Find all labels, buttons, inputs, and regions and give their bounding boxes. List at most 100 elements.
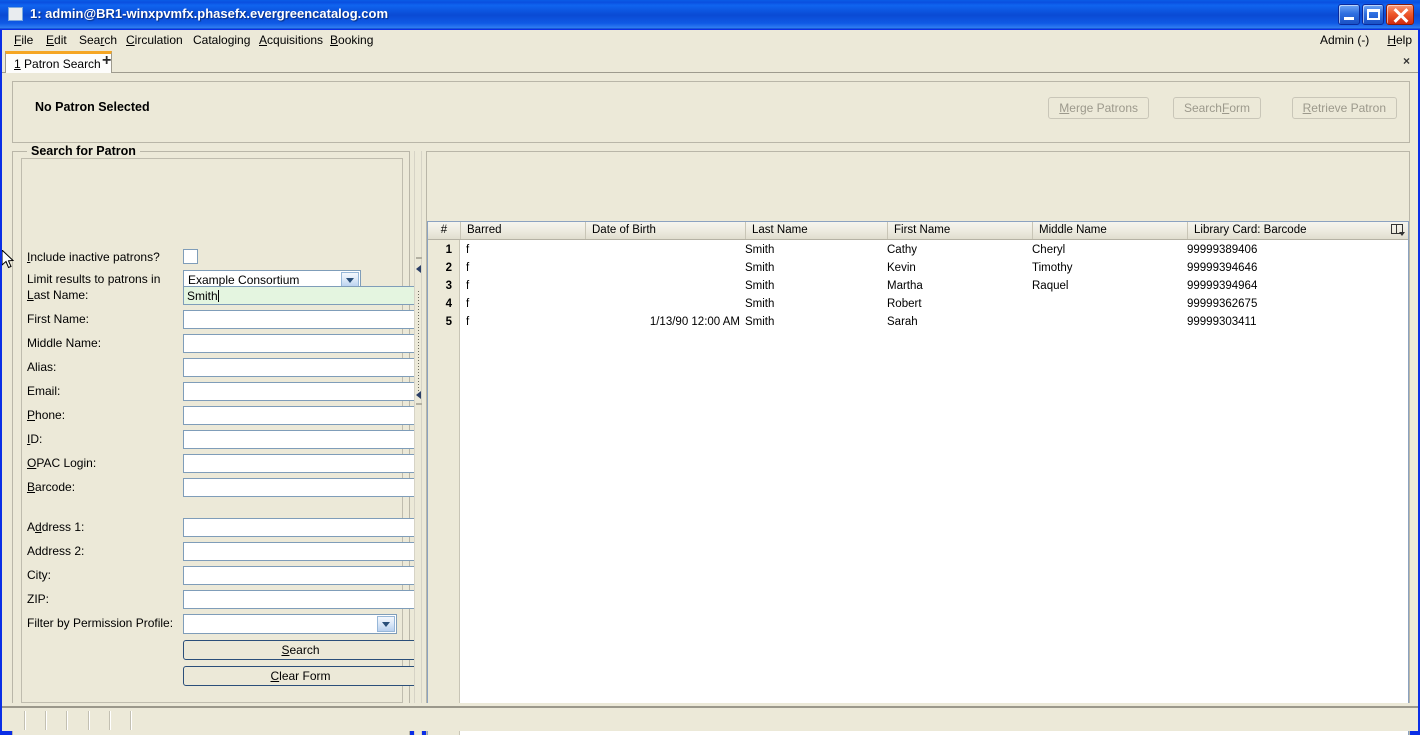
id-input[interactable] (183, 430, 418, 449)
address-1-input[interactable] (183, 518, 418, 537)
field-row-id: ID: (27, 430, 418, 450)
menu-admin[interactable]: Admin (-) (1320, 33, 1369, 47)
splitter-collapse-arrow-top-icon[interactable] (416, 265, 421, 273)
cell-last-name: Smith (745, 280, 775, 292)
include-inactive-checkbox[interactable] (183, 249, 198, 264)
search-button-row: Search (27, 640, 418, 660)
menu-help[interactable]: Help (1387, 33, 1412, 47)
last-name-input[interactable]: Smith (183, 286, 418, 305)
results-panel: # Barred Date of Birth Last Name First N… (426, 151, 1410, 735)
address-2-input[interactable] (183, 542, 418, 561)
search-button[interactable]: Search (183, 640, 418, 660)
field-row-email: Email: (27, 382, 418, 402)
menu-bar: File Edit Search Circulation Cataloging … (2, 30, 1418, 50)
table-row[interactable]: 2 f Smith Kevin Timothy 99999394646 (428, 259, 1408, 277)
email-input[interactable] (183, 382, 418, 401)
cell-first-name: Martha (887, 280, 923, 292)
city-input[interactable] (183, 566, 418, 585)
col-header-date-of-birth[interactable]: Date of Birth (585, 222, 745, 239)
minimize-button[interactable] (1338, 4, 1360, 25)
include-inactive-row: Include inactive patrons? (27, 248, 397, 268)
limit-results-label: Limit results to patrons in (27, 272, 161, 286)
cell-last-name: Smith (745, 262, 775, 274)
col-header-barred[interactable]: Barred (460, 222, 585, 239)
phone-input[interactable] (183, 406, 418, 425)
cell-first-name: Robert (887, 298, 922, 310)
status-segment (26, 711, 47, 730)
status-segment (111, 711, 132, 730)
middle-name-input[interactable] (183, 334, 418, 353)
field-row-middle-name: Middle Name: (27, 334, 418, 354)
clear-form-button-row: Clear Form (27, 666, 418, 686)
permission-profile-label: Filter by Permission Profile: (27, 616, 174, 630)
cell-barred: f (466, 262, 470, 274)
barcode-input[interactable] (183, 478, 418, 497)
menu-edit[interactable]: Edit (44, 33, 69, 48)
menu-search[interactable]: Search (77, 33, 119, 48)
opac-login-input[interactable] (183, 454, 418, 473)
cell-first-name: Kevin (887, 262, 916, 274)
status-segment (68, 711, 90, 730)
close-button[interactable] (1386, 4, 1414, 25)
menu-file[interactable]: File (12, 33, 35, 48)
table-row[interactable]: 4 f Smith Robert 99999362675 (428, 295, 1408, 313)
mouse-pointer-icon (2, 250, 15, 269)
results-grid[interactable]: # Barred Date of Birth Last Name First N… (427, 221, 1409, 735)
patron-status-text: No Patron Selected (35, 100, 150, 114)
tab-strip: 1 Patron Search + × (2, 50, 1418, 73)
cell-barcode: 99999362675 (1187, 298, 1258, 310)
application-window: 1: admin@BR1-winxpvmfx.phasefx.evergreen… (0, 0, 1420, 735)
search-panel: Search for Patron Include inactive patro… (12, 144, 418, 735)
column-picker-icon[interactable] (1390, 223, 1406, 238)
address-1-label: Address 1: (27, 520, 85, 534)
close-tab-icon[interactable]: × (1403, 54, 1410, 68)
status-segment (90, 711, 111, 730)
panel-splitter[interactable] (414, 151, 422, 735)
first-name-input[interactable] (183, 310, 418, 329)
menu-circulation[interactable]: Circulation (124, 33, 185, 48)
clear-form-button[interactable]: Clear Form (183, 666, 418, 686)
patron-header-panel: No Patron Selected Merge Patrons Search … (12, 81, 1410, 143)
col-header-last-name[interactable]: Last Name (745, 222, 887, 239)
opac-login-label: OPAC Login: (27, 456, 97, 470)
table-row[interactable]: 3 f Smith Martha Raquel 99999394964 (428, 277, 1408, 295)
col-header-first-name[interactable]: First Name (887, 222, 1032, 239)
alias-input[interactable] (183, 358, 418, 377)
menu-booking[interactable]: Booking (328, 33, 375, 48)
cell-middle-name: Cheryl (1032, 244, 1066, 256)
city-label: City: (27, 568, 51, 582)
cell-barcode: 99999303411 (1187, 316, 1257, 328)
new-tab-button[interactable]: + (102, 53, 111, 69)
cell-date-of-birth: 1/13/90 12:00 AM (649, 316, 740, 328)
tab-patron-search[interactable]: 1 Patron Search (5, 51, 112, 73)
permission-profile-select[interactable] (183, 614, 397, 634)
col-header-middle-name[interactable]: Middle Name (1032, 222, 1187, 239)
splitter-collapse-arrow-bottom-icon[interactable] (416, 391, 421, 399)
retrieve-patron-button[interactable]: Retrieve Patron (1291, 97, 1397, 119)
cell-barred: f (466, 298, 470, 310)
merge-patrons-button[interactable]: Merge Patrons (1048, 97, 1149, 119)
zip-label: ZIP: (27, 592, 50, 606)
status-segment (4, 711, 26, 730)
table-row[interactable]: 1 f Smith Cathy Cheryl 99999389406 (428, 241, 1408, 259)
menu-cataloging[interactable]: Cataloging (191, 33, 252, 48)
zip-input[interactable] (183, 590, 418, 609)
splitter-tick (416, 257, 422, 259)
maximize-button[interactable] (1362, 4, 1384, 25)
menu-acquisitions[interactable]: Acquisitions (257, 33, 325, 48)
cell-last-name: Smith (745, 244, 775, 256)
col-header-library-card-barcode[interactable]: Library Card: Barcode (1187, 222, 1387, 239)
include-inactive-label: Include inactive patrons? (27, 250, 160, 264)
table-row[interactable]: 5 f 1/13/90 12:00 AM Smith Sarah 9999930… (428, 313, 1408, 331)
window-icon (8, 7, 23, 21)
cell-date-of-birth (585, 277, 740, 295)
field-row-zip: ZIP: (27, 590, 418, 610)
field-row-barcode: Barcode: (27, 478, 418, 498)
cell-last-name: Smith (745, 298, 775, 310)
middle-name-label: Middle Name: (27, 336, 102, 350)
cell-barcode: 99999394646 (1187, 262, 1258, 274)
search-form-button[interactable]: Search Form (1172, 97, 1261, 119)
col-header-number[interactable]: # (428, 222, 460, 239)
first-name-label: First Name: (27, 312, 90, 326)
field-row-address-1: Address 1: (27, 518, 418, 538)
